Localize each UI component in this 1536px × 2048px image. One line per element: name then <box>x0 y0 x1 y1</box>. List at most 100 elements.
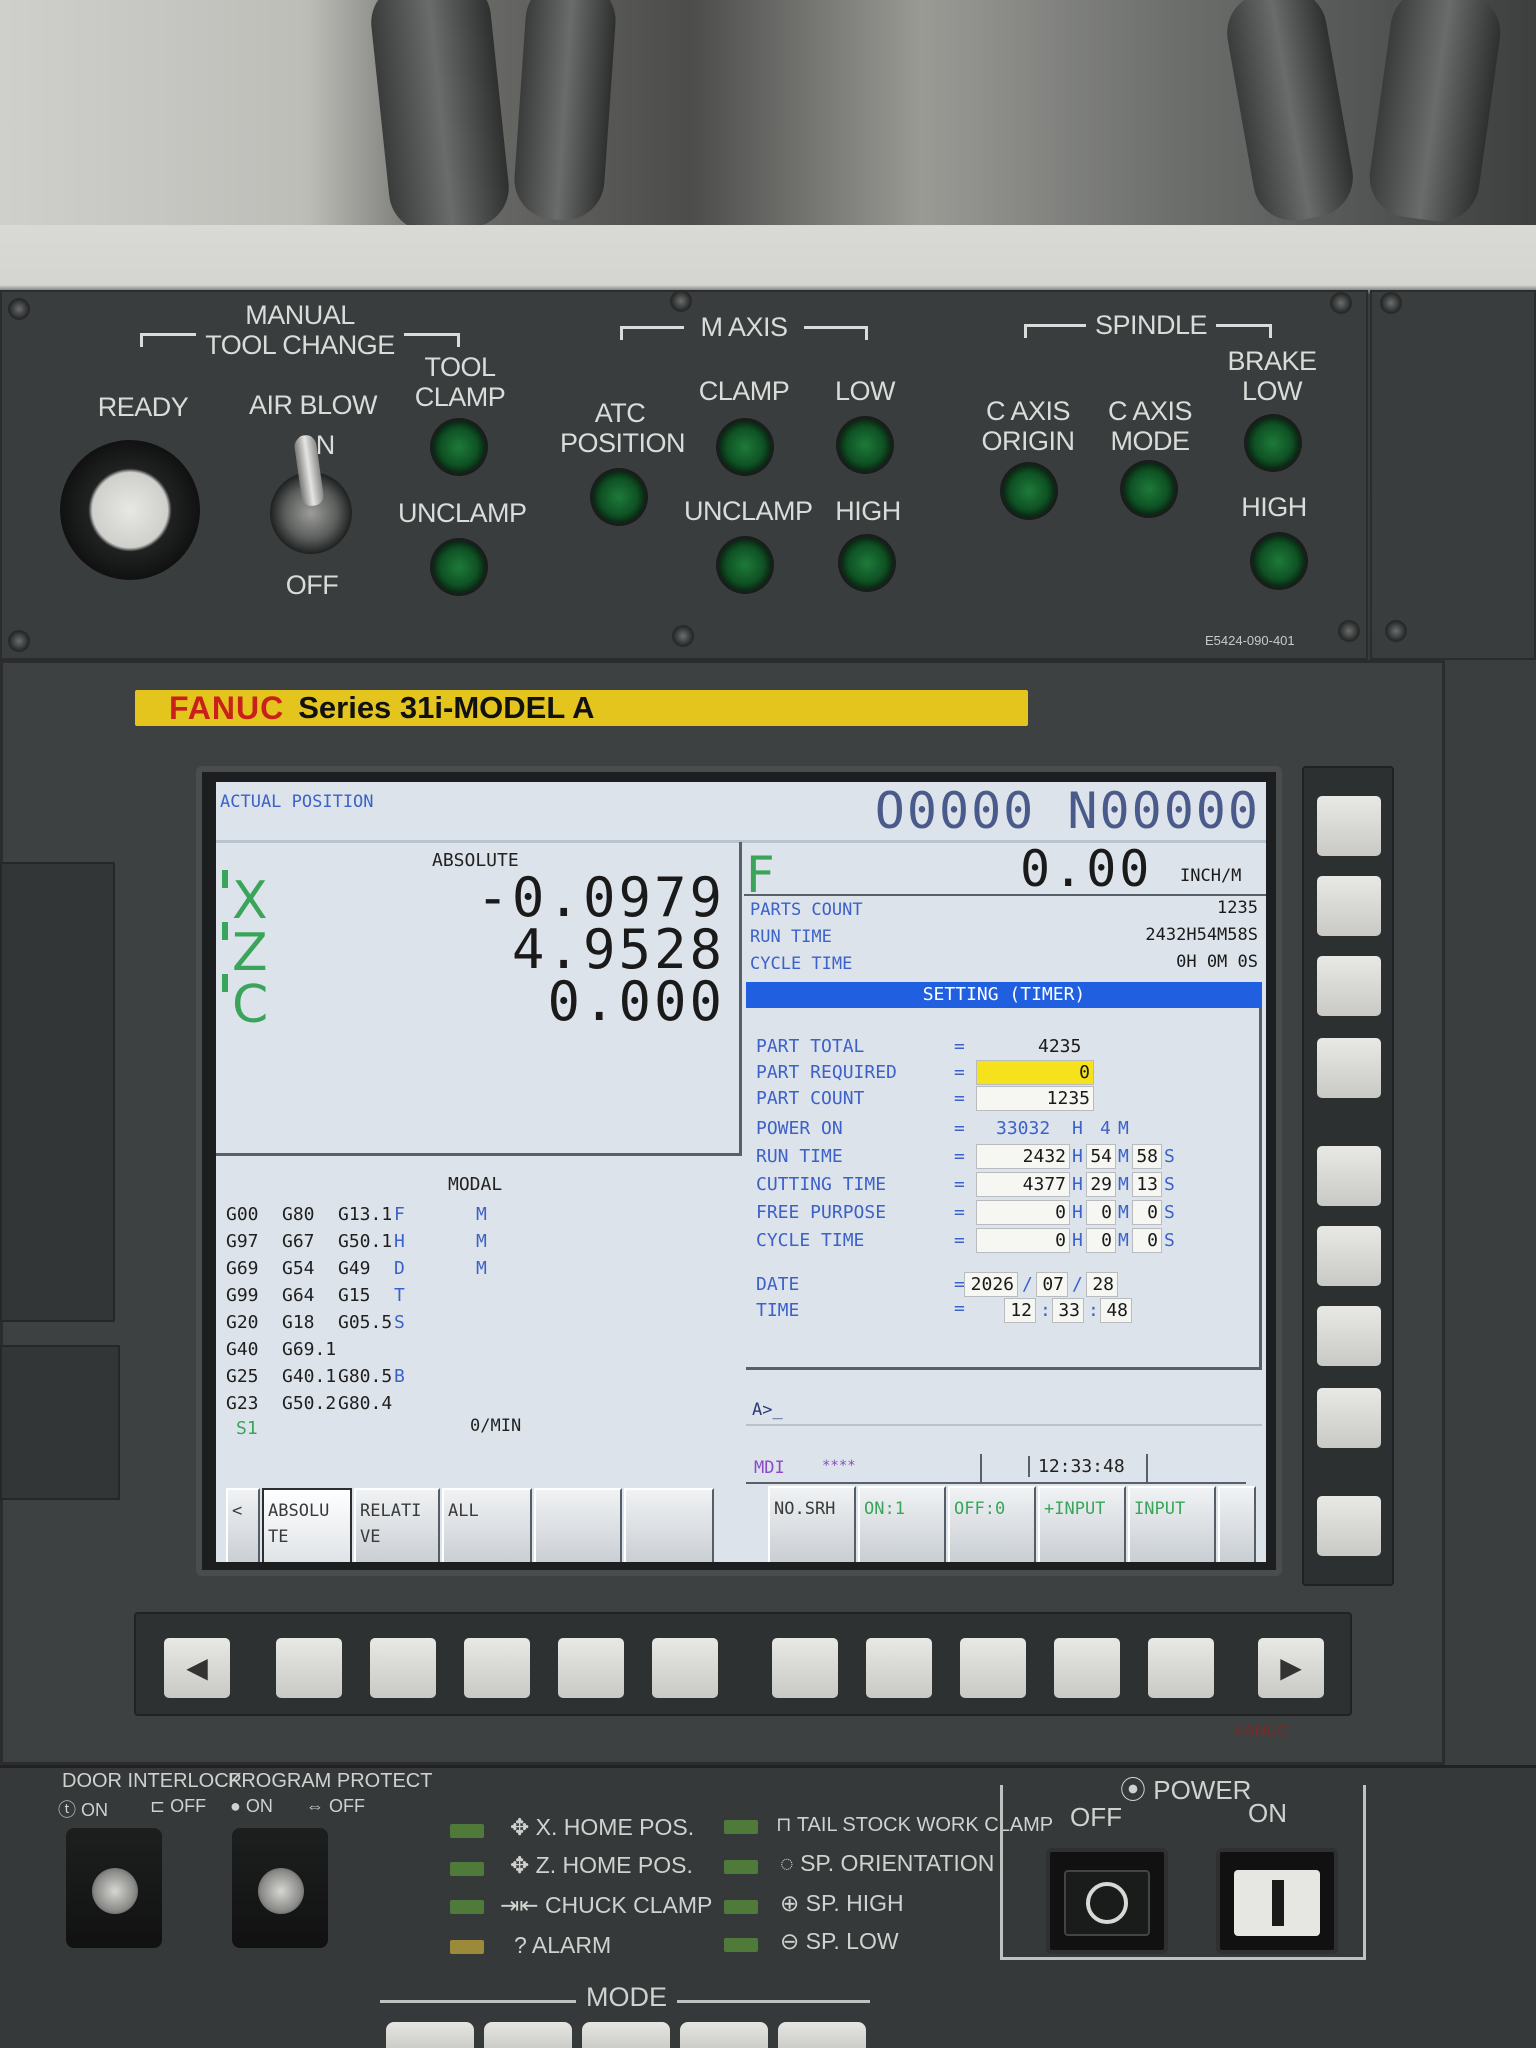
ready-button[interactable] <box>60 440 200 580</box>
softkey-right-arrow-icon[interactable]: ▶ <box>1258 1638 1324 1698</box>
horizontal-softkey[interactable] <box>464 1638 530 1698</box>
panel-screw <box>1380 292 1402 314</box>
date-day-field[interactable]: 28 <box>1086 1272 1118 1297</box>
power-on-button[interactable] <box>1216 1848 1338 1954</box>
vertical-softkey[interactable] <box>1317 1146 1381 1206</box>
vertical-softkey[interactable] <box>1317 796 1381 856</box>
power-off-label: OFF <box>1070 1802 1122 1832</box>
modal-gcode-cell: G05.5 <box>338 1312 393 1333</box>
free-purpose-minutes-field[interactable]: 0 <box>1086 1200 1116 1225</box>
time-minute-field[interactable]: 33 <box>1052 1298 1084 1323</box>
mode-key[interactable] <box>484 2022 572 2048</box>
m-low-lamp <box>836 416 894 474</box>
vertical-softkey[interactable] <box>1317 1496 1381 1556</box>
door-off-label: ⊏ OFF <box>150 1796 207 1816</box>
time-second-field[interactable]: 48 <box>1100 1298 1132 1323</box>
right-softkey-bar: NO.SRH ON:1 OFF:0 +INPUT INPUT <box>768 1486 1266 1562</box>
chuck-clamp-label: ⇥⇤ CHUCK CLAMP <box>500 1892 713 1918</box>
horizontal-softkey[interactable] <box>772 1638 838 1698</box>
horizontal-softkey[interactable] <box>1148 1638 1214 1698</box>
power-label: ⦿ POWER <box>1114 1770 1258 1807</box>
softkey-previous[interactable]: < <box>226 1488 260 1562</box>
horizontal-softkey[interactable] <box>558 1638 624 1698</box>
door-interlock-key-switch[interactable] <box>66 1828 162 1948</box>
cycle-time-minutes-field[interactable]: 0 <box>1086 1228 1116 1253</box>
vertical-softkey[interactable] <box>1317 1038 1381 1098</box>
cycle-time-seconds-field[interactable]: 0 <box>1132 1228 1162 1253</box>
horizontal-softkey[interactable] <box>960 1638 1026 1698</box>
free-purpose-label: FREE PURPOSE <box>756 1202 887 1223</box>
softkey-left-arrow-icon[interactable]: ◀ <box>164 1638 230 1698</box>
run-time-hours-field[interactable]: 2432 <box>976 1144 1070 1169</box>
softkey-relative[interactable]: RELATI VE <box>354 1488 440 1562</box>
mode-key[interactable] <box>582 2022 670 2048</box>
program-protect-key-switch[interactable] <box>232 1828 328 1948</box>
brake-high-lamp <box>1250 532 1308 590</box>
horizontal-softkey[interactable] <box>370 1638 436 1698</box>
vertical-softkey[interactable] <box>1317 1306 1381 1366</box>
atc-position-label: ATC POSITION <box>560 398 686 458</box>
modal-gcode-cell: G80 <box>282 1204 315 1225</box>
panel-screw <box>8 630 30 652</box>
horizontal-softkey[interactable] <box>276 1638 342 1698</box>
setting-timer-header: SETTING (TIMER) <box>746 982 1262 1008</box>
softkey-plus-input[interactable]: +INPUT <box>1038 1486 1126 1562</box>
horizontal-softkey[interactable] <box>652 1638 718 1698</box>
softkey-next[interactable] <box>1218 1486 1256 1562</box>
modal-gcode-cell: M <box>476 1231 487 1252</box>
part-required-field[interactable]: 0 <box>976 1060 1094 1085</box>
softkey-off-0[interactable]: OFF:0 <box>948 1486 1036 1562</box>
vertical-softkey[interactable] <box>1317 876 1381 936</box>
mode-key[interactable] <box>680 2022 768 2048</box>
modal-gcode-cell: G13.1 <box>338 1204 393 1225</box>
cutting-time-hours-field[interactable]: 4377 <box>976 1172 1070 1197</box>
modal-gcode-cell: G50.1 <box>338 1231 393 1252</box>
horizontal-softkey[interactable] <box>1054 1638 1120 1698</box>
m-high-lamp <box>838 534 896 592</box>
panel-screw <box>1330 292 1352 314</box>
part-count-field[interactable]: 1235 <box>976 1086 1094 1111</box>
modal-gcode-cell: G99 <box>226 1285 259 1306</box>
power-on-label: POWER ON <box>756 1118 843 1139</box>
unit-h: H <box>1072 1174 1083 1195</box>
softkey-number-search[interactable]: NO.SRH <box>768 1486 856 1562</box>
vertical-softkey[interactable] <box>1317 1388 1381 1448</box>
mode-key[interactable] <box>778 2022 866 2048</box>
z-home-lamp <box>450 1862 484 1876</box>
softkey-input[interactable]: INPUT <box>1128 1486 1216 1562</box>
sp-high-lamp <box>724 1900 758 1914</box>
mode-key[interactable] <box>386 2022 474 2048</box>
brake-low-label: BRAKE LOW <box>1227 346 1317 406</box>
softkey-blank[interactable] <box>624 1488 714 1562</box>
modal-gcode-cell: G00 <box>226 1204 259 1225</box>
air-blow-toggle-switch[interactable] <box>270 434 352 554</box>
power-off-button[interactable] <box>1046 1848 1168 1954</box>
date-year-field[interactable]: 2026 <box>964 1272 1018 1297</box>
cutting-time-minutes-field[interactable]: 29 <box>1086 1172 1116 1197</box>
horizontal-softkey[interactable] <box>866 1638 932 1698</box>
z-home-label: ✥ Z. HOME POS. <box>510 1852 693 1878</box>
softkey-on-1[interactable]: ON:1 <box>858 1486 946 1562</box>
cutting-time-seconds-field[interactable]: 13 <box>1132 1172 1162 1197</box>
cycle-time-hours-field[interactable]: 0 <box>976 1228 1070 1253</box>
vertical-softkey[interactable] <box>1317 1226 1381 1286</box>
softkey-absolute[interactable]: ABSOLU TE <box>262 1488 352 1562</box>
vertical-softkey[interactable] <box>1317 956 1381 1016</box>
key-input-buffer[interactable]: A>_ <box>752 1400 783 1420</box>
softkey-blank[interactable] <box>534 1488 622 1562</box>
left-softkey-bar: < ABSOLU TE RELATI VE ALL <box>226 1488 746 1562</box>
c-axis-mode-label: C AXIS MODE <box>1107 396 1193 456</box>
atc-position-lamp <box>590 468 648 526</box>
status-flags: **** <box>822 1458 856 1474</box>
run-time-seconds-field[interactable]: 58 <box>1132 1144 1162 1169</box>
free-purpose-hours-field[interactable]: 0 <box>976 1200 1070 1225</box>
status-clock: 12:33:48 <box>1028 1456 1125 1477</box>
vertical-softkey-column <box>1302 766 1394 1586</box>
run-time-minutes-field[interactable]: 54 <box>1086 1144 1116 1169</box>
alarm-label: ? ALARM <box>514 1932 612 1958</box>
time-hour-field[interactable]: 12 <box>1004 1298 1036 1323</box>
date-month-field[interactable]: 07 <box>1036 1272 1068 1297</box>
softkey-all[interactable]: ALL <box>442 1488 532 1562</box>
modal-gcode-cell: G40.1 <box>282 1366 337 1387</box>
free-purpose-seconds-field[interactable]: 0 <box>1132 1200 1162 1225</box>
